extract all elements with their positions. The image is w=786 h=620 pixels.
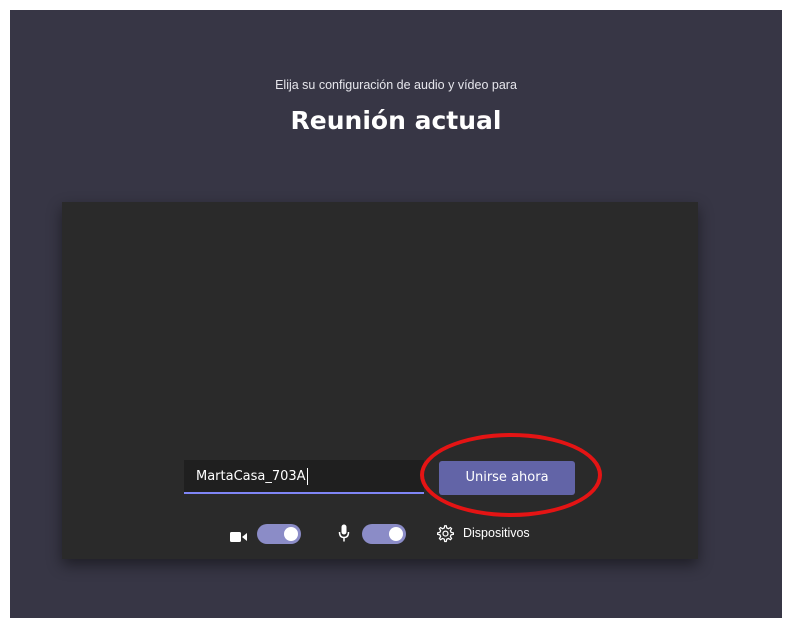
setup-subtitle: Elija su configuración de audio y vídeo … (275, 78, 517, 92)
video-camera-icon (230, 528, 248, 547)
display-name-input[interactable]: MartaCasa_703A (184, 460, 424, 494)
meeting-prejoin-screen: Elija su configuración de audio y vídeo … (10, 10, 782, 618)
text-caret (306, 468, 308, 485)
device-controls-bar: Dispositivos (62, 522, 698, 546)
camera-toggle[interactable] (257, 524, 301, 544)
highlight-circle-annotation (420, 433, 602, 517)
meeting-title: Reunión actual (290, 106, 502, 135)
microphone-toggle[interactable] (362, 524, 406, 544)
gear-icon (436, 524, 455, 547)
display-name-value: MartaCasa_703A (196, 469, 306, 484)
microphone-toggle-knob (389, 527, 403, 541)
video-preview-panel: MartaCasa_703A Unirse ahora Dispositivos (62, 202, 698, 559)
camera-toggle-knob (284, 527, 298, 541)
microphone-icon (338, 524, 350, 547)
devices-label[interactable]: Dispositivos (463, 526, 530, 540)
